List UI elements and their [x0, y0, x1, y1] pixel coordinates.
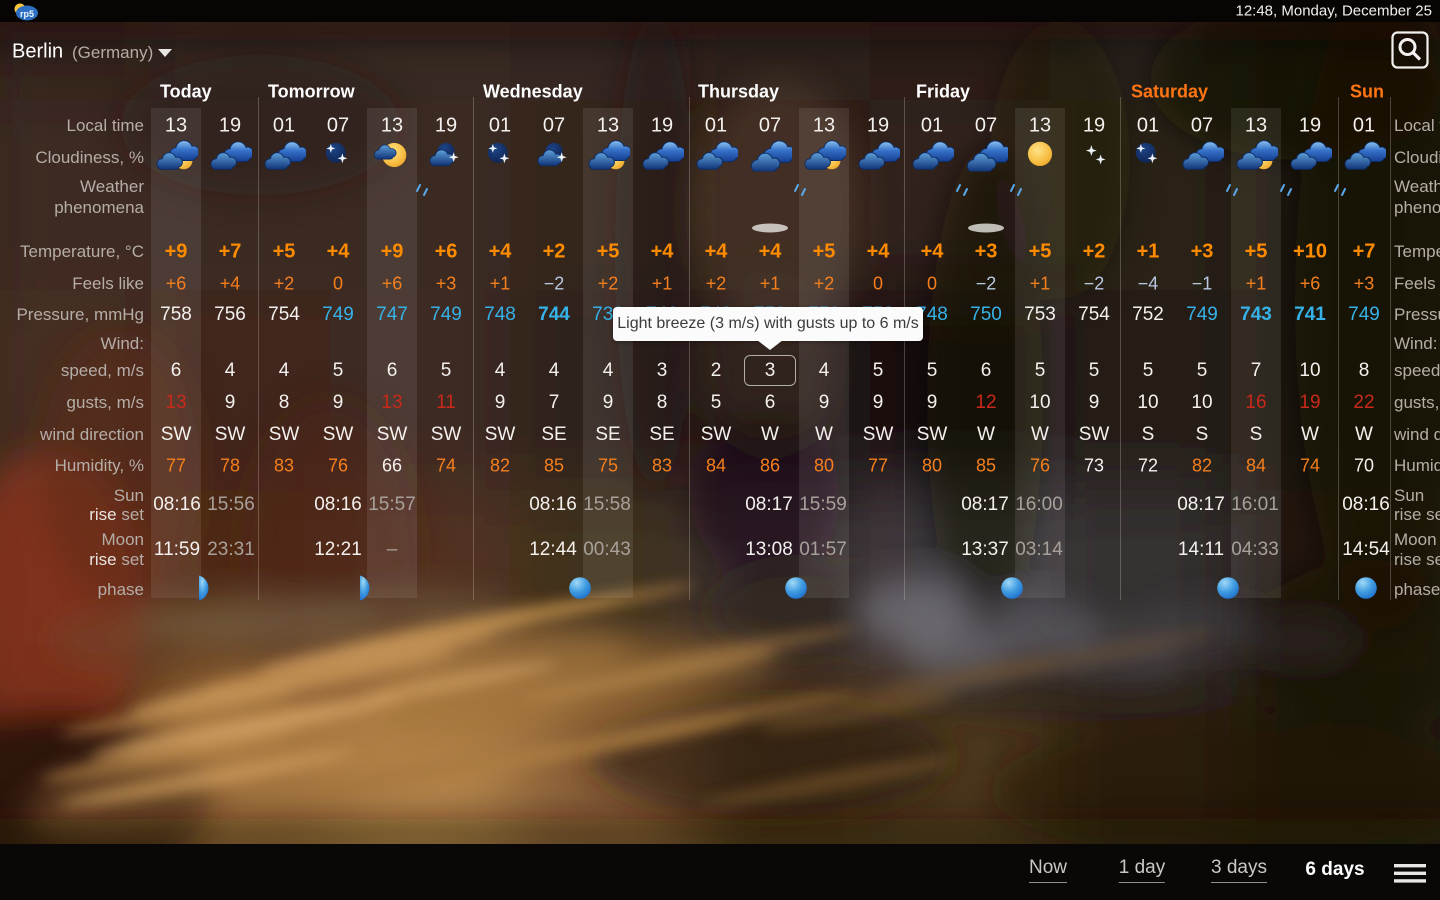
svg-text:rp5: rp5: [20, 9, 34, 19]
